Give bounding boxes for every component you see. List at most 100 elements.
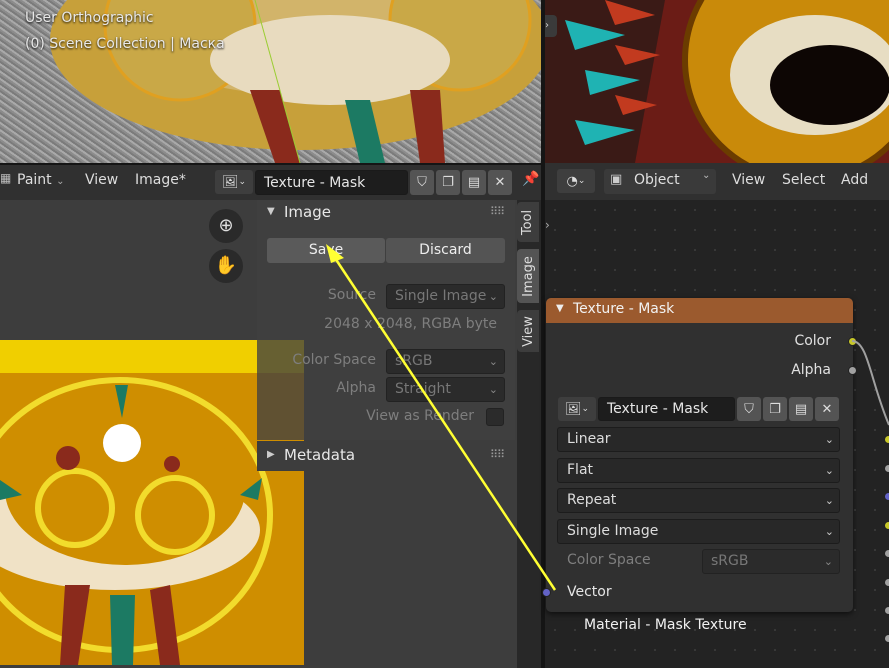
chevron-down-icon: ⌄ bbox=[581, 404, 590, 414]
viewport-3d[interactable]: User Orthographic (0) Scene Collection |… bbox=[0, 0, 541, 163]
color-space-dropdown[interactable]: sRGB ⌄ bbox=[386, 349, 505, 374]
tab-view[interactable]: View bbox=[517, 310, 539, 352]
node-color-space-label: Color Space bbox=[567, 552, 651, 568]
output-alpha-label: Alpha bbox=[791, 362, 831, 378]
menu-view-node[interactable]: View bbox=[732, 172, 765, 188]
socket-dot[interactable] bbox=[884, 606, 889, 615]
object-mode-dropdown[interactable]: ▣ Object ⌄ bbox=[604, 169, 716, 194]
chevron-down-icon: ⌄ bbox=[824, 433, 834, 446]
alpha-label: Alpha bbox=[336, 380, 376, 396]
new-image-icon[interactable]: ❐ bbox=[763, 397, 787, 421]
interpolation-dropdown[interactable]: Linear ⌄ bbox=[557, 427, 840, 452]
tab-tool-label: Tool bbox=[520, 209, 536, 235]
chevron-down-icon: ⌄ bbox=[488, 383, 498, 396]
projection-dropdown[interactable]: Flat ⌄ bbox=[557, 458, 840, 483]
unlink-close-icon[interactable]: ✕ bbox=[488, 170, 512, 195]
chevron-down-icon: ⌄ bbox=[823, 555, 833, 568]
alpha-dropdown[interactable]: Straight ⌄ bbox=[386, 377, 505, 402]
socket-dot[interactable] bbox=[884, 435, 889, 444]
image-browse-button[interactable]: 🖼 ⌄ bbox=[215, 170, 253, 194]
discard-button[interactable]: Discard bbox=[386, 238, 505, 263]
image-sidebar-panel: ▼ Image ⠿⠿ Save Discard Source Single Im… bbox=[257, 200, 515, 440]
socket-dot[interactable] bbox=[884, 464, 889, 473]
node-image-name-field[interactable]: Texture - Mask bbox=[598, 397, 735, 421]
chevron-down-icon: ⌄ bbox=[702, 170, 711, 181]
tab-view-label: View bbox=[520, 315, 536, 347]
panel-expanded-icon[interactable]: ▼ bbox=[267, 206, 275, 217]
fake-user-shield-icon[interactable]: ⛉ bbox=[737, 397, 761, 421]
chevron-down-icon: ⌄ bbox=[824, 464, 834, 477]
view-as-render-label: View as Render bbox=[366, 408, 474, 424]
image-icon: 🖼 bbox=[221, 174, 239, 190]
menu-view[interactable]: View bbox=[85, 172, 118, 188]
sidebar-expand-icon[interactable]: › bbox=[545, 218, 550, 232]
node-collapse-icon[interactable]: ▼ bbox=[556, 303, 564, 314]
node-source-dropdown[interactable]: Single Image ⌄ bbox=[557, 519, 840, 544]
image-info-text: 2048 x 2048, RGBA byte bbox=[324, 316, 497, 332]
unlink-close-icon[interactable]: ✕ bbox=[815, 397, 839, 421]
source-dropdown[interactable]: Single Image ⌄ bbox=[386, 284, 505, 309]
pin-icon[interactable]: 📌 bbox=[522, 171, 539, 187]
pan-hand-icon[interactable]: ✋ bbox=[209, 249, 243, 283]
menu-select[interactable]: Select bbox=[782, 172, 825, 188]
object-mode-label: Object bbox=[634, 172, 680, 188]
viewport-3d-right[interactable]: ‹› bbox=[545, 0, 889, 163]
chevron-down-icon: ⌄ bbox=[56, 176, 65, 187]
drag-handle-icon[interactable]: ⠿⠿ bbox=[490, 205, 505, 218]
output-color-label: Color bbox=[794, 333, 831, 349]
view-as-render-checkbox[interactable] bbox=[486, 408, 504, 426]
new-image-icon[interactable]: ❐ bbox=[436, 170, 460, 195]
image-editor-header: ▦ Paint ⌄ View Image* 🖼 ⌄ Texture - Mask … bbox=[0, 163, 541, 200]
color-space-label: Color Space bbox=[292, 352, 376, 368]
split-handle-icon[interactable]: ‹› bbox=[545, 15, 557, 37]
output-color-socket[interactable] bbox=[848, 337, 857, 346]
node-header[interactable]: ▼ Texture - Mask bbox=[546, 298, 853, 323]
socket-dot[interactable] bbox=[884, 578, 889, 587]
input-vector-socket[interactable] bbox=[542, 588, 551, 597]
open-image-icon[interactable]: ▤ bbox=[789, 397, 813, 421]
alpha-value: Straight bbox=[395, 381, 451, 397]
editor-type-button[interactable]: ◔ ⌄ bbox=[557, 169, 595, 193]
panel-title-metadata: Metadata bbox=[284, 446, 356, 464]
mask-closeup-render bbox=[545, 0, 889, 163]
socket-dot[interactable] bbox=[884, 521, 889, 530]
node-editor-header: ◔ ⌄ ▣ Object ⌄ View Select Add bbox=[545, 163, 889, 200]
drag-handle-icon[interactable]: ⠿⠿ bbox=[490, 448, 505, 461]
node-source-value: Single Image bbox=[567, 523, 659, 539]
chevron-down-icon: ⌄ bbox=[577, 176, 586, 186]
image-icon: 🖼 bbox=[564, 401, 582, 417]
menu-image[interactable]: Image* bbox=[135, 172, 186, 188]
fake-user-shield-icon[interactable]: ⛉ bbox=[410, 170, 434, 195]
viewport-view-name: User Orthographic bbox=[25, 10, 154, 26]
tab-image[interactable]: Image bbox=[517, 249, 539, 303]
extension-value: Repeat bbox=[567, 492, 617, 508]
extension-dropdown[interactable]: Repeat ⌄ bbox=[557, 488, 840, 513]
open-image-icon[interactable]: ▤ bbox=[462, 170, 486, 195]
chevron-down-icon: ⌄ bbox=[238, 177, 247, 187]
tab-image-label: Image bbox=[520, 255, 536, 297]
image-name-field[interactable]: Texture - Mask bbox=[255, 170, 408, 195]
viewport-collection: (0) Scene Collection | Маска bbox=[25, 36, 225, 52]
source-value: Single Image bbox=[395, 288, 487, 304]
panel-title-image[interactable]: Image bbox=[284, 203, 331, 221]
socket-dot[interactable] bbox=[884, 634, 889, 643]
metadata-panel-header[interactable]: ▶ Metadata ⠿⠿ bbox=[257, 441, 515, 471]
panel-collapsed-icon: ▶ bbox=[267, 449, 275, 460]
chevron-down-icon: ⌄ bbox=[824, 525, 834, 538]
node-color-space-dropdown[interactable]: sRGB ⌄ bbox=[702, 549, 840, 574]
tab-tool[interactable]: Tool bbox=[517, 202, 539, 242]
source-label: Source bbox=[327, 287, 376, 303]
mode-selector[interactable]: Paint ⌄ bbox=[17, 172, 65, 188]
menu-add[interactable]: Add bbox=[841, 172, 868, 188]
chevron-down-icon: ⌄ bbox=[824, 494, 834, 507]
paint-mode-icon[interactable]: ▦ bbox=[0, 171, 11, 185]
zoom-icon[interactable]: ⊕ bbox=[209, 209, 243, 243]
node-color-space-value: sRGB bbox=[711, 553, 749, 569]
save-button[interactable]: Save bbox=[267, 238, 385, 263]
node-image-browse-button[interactable]: 🖼 ⌄ bbox=[558, 397, 596, 421]
frame-label: Material - Mask Texture bbox=[584, 617, 747, 633]
object-mode-icon: ▣ bbox=[610, 172, 623, 187]
socket-dot[interactable] bbox=[884, 492, 889, 501]
socket-dot[interactable] bbox=[884, 549, 889, 558]
output-alpha-socket[interactable] bbox=[848, 366, 857, 375]
